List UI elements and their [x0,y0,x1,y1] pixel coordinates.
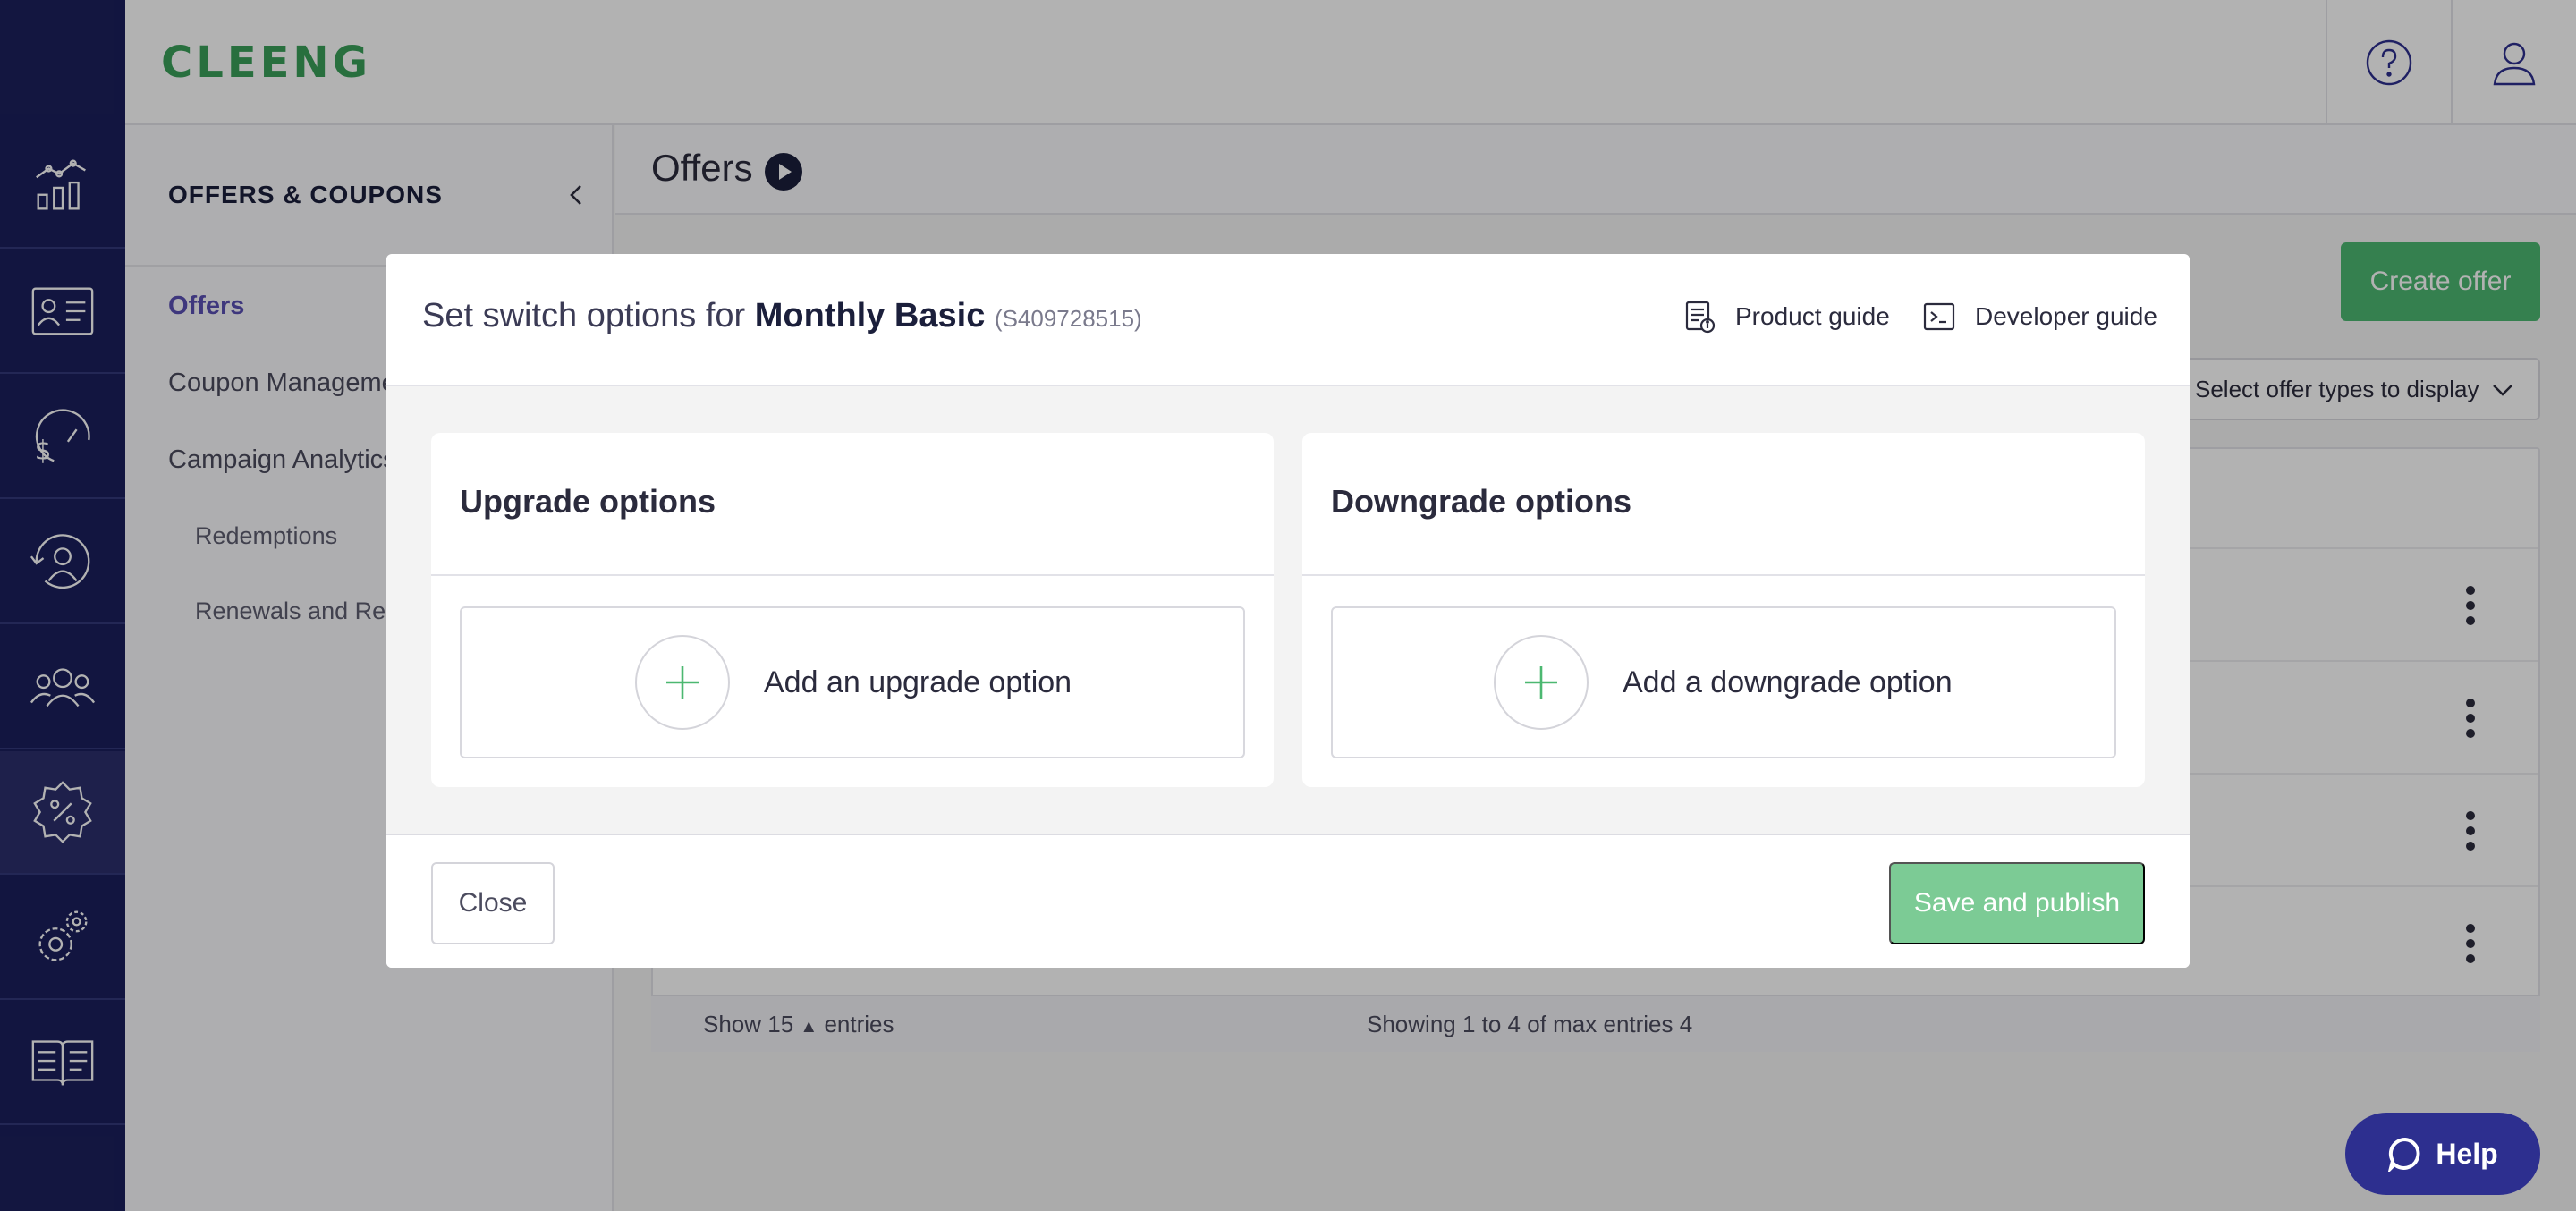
product-guide-link[interactable]: Product guide [1682,299,1890,335]
save-and-publish-button[interactable]: Save and publish [1889,862,2145,944]
product-code: (S409728515) [994,305,1142,332]
card-divider [1302,574,2145,576]
add-upgrade-option-label: Add an upgrade option [764,665,1072,699]
add-upgrade-option-button[interactable]: Add an upgrade option [460,606,1245,758]
help-chat-button[interactable]: Help [2345,1113,2540,1195]
plus-icon [1525,666,1557,699]
dialog-header: Set switch options for Monthly Basic (S4… [386,254,2190,386]
terminal-icon [1923,302,1955,331]
dialog-footer: Close Save and publish [386,834,2190,968]
plus-icon [666,666,699,699]
card-divider [431,574,1274,576]
downgrade-options-title: Downgrade options [1331,483,1631,520]
product-guide-icon [1685,301,1716,334]
downgrade-options-card: Downgrade options Add a downgrade option [1302,433,2145,787]
add-downgrade-option-button[interactable]: Add a downgrade option [1331,606,2116,758]
developer-guide-link[interactable]: Developer guide [1921,299,2157,335]
close-button[interactable]: Close [431,862,555,944]
product-guide-label: Product guide [1735,302,1890,330]
upgrade-options-card: Upgrade options Add an upgrade option [431,433,1274,787]
dialog-title: Set switch options for Monthly Basic (S4… [422,297,1142,335]
plus-circle [1494,635,1589,730]
developer-guide-label: Developer guide [1975,302,2157,330]
switch-options-dialog: Set switch options for Monthly Basic (S4… [386,254,2190,968]
dialog-title-prefix: Set switch options for [422,297,746,335]
upgrade-options-title: Upgrade options [460,483,716,520]
plus-circle [635,635,730,730]
dialog-body: Upgrade options Add an upgrade option Do… [386,386,2190,834]
product-name: Monthly Basic [754,297,986,335]
add-downgrade-option-label: Add a downgrade option [1623,665,1953,699]
help-label: Help [2436,1137,2498,1170]
chat-bubble-icon [2388,1137,2420,1172]
